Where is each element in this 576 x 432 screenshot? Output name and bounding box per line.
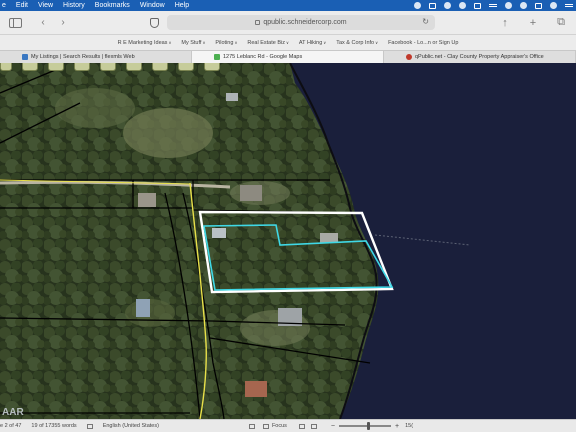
document-status-bar: e 2 of 47 19 of 17355 words English (Uni…	[0, 419, 576, 432]
map-tool-button[interactable]	[152, 63, 168, 71]
tab-bar: My Listings | Search Results | flexmls W…	[0, 50, 576, 63]
tab-flexmls[interactable]: My Listings | Search Results | flexmls W…	[0, 51, 192, 63]
aerial-parcel-map[interactable]: AAR	[0, 63, 576, 419]
reload-icon[interactable]: ↻	[422, 17, 429, 26]
wifi-icon[interactable]	[505, 2, 512, 9]
map-tool-button[interactable]	[22, 63, 38, 71]
notification-icon[interactable]	[565, 4, 573, 7]
zoom-level[interactable]: 15(	[405, 423, 413, 429]
zoom-slider-knob[interactable]	[367, 422, 371, 430]
zoom-in-icon[interactable]: +	[395, 423, 399, 430]
forward-icon[interactable]: ›	[56, 16, 70, 30]
dropbox-icon[interactable]	[414, 2, 421, 9]
bookmark-link[interactable]: Facebook - Lo...n or Sign Up	[388, 40, 458, 46]
menu-view[interactable]: View	[33, 2, 58, 9]
flexmls-favicon-icon	[22, 54, 28, 60]
bookmark-folder[interactable]: AT Hiking∨	[299, 40, 326, 46]
menu-edit[interactable]: Edit	[11, 2, 33, 9]
battery-icon[interactable]	[489, 4, 497, 7]
map-tool-button[interactable]	[126, 63, 142, 71]
browser-toolbar: ‹ › qpublic.schneidercorp.com ↻ ↑ + ⧉	[0, 11, 576, 35]
privacy-shield-icon[interactable]	[150, 17, 159, 28]
address-bar[interactable]: qpublic.schneidercorp.com ↻	[167, 15, 435, 30]
bookmark-folder[interactable]: Tax & Corp Info∨	[336, 40, 378, 46]
tab-label: qPublic.net - Clay County Property Appra…	[415, 54, 544, 60]
bookmarks-bar: R E Marketing Ideas∨ My Stuff∨ Piloting∨…	[0, 35, 576, 50]
tab-label: 1275 Leblanc Rd - Google Maps	[223, 54, 303, 60]
tab-overview-icon[interactable]: ⧉	[554, 16, 568, 30]
logo-watermark: AAR	[2, 407, 24, 418]
map-tool-button[interactable]	[48, 63, 64, 71]
user-icon[interactable]	[550, 2, 557, 9]
menu-help[interactable]: Help	[170, 2, 194, 9]
clearing	[123, 108, 213, 158]
menu-history[interactable]: History	[58, 2, 90, 9]
time-machine-icon[interactable]	[459, 2, 466, 9]
focus-label[interactable]: Focus	[272, 423, 287, 429]
clearing	[55, 88, 135, 128]
url-text: qpublic.schneidercorp.com	[263, 19, 347, 26]
language-indicator[interactable]: English (United States)	[103, 423, 159, 429]
google-maps-favicon-icon	[214, 54, 220, 60]
bookmark-folder[interactable]: My Stuff∨	[181, 40, 205, 46]
page-count[interactable]: e 2 of 47	[0, 423, 21, 429]
menu-status-icons	[406, 2, 576, 9]
map-tool-button[interactable]	[204, 63, 220, 71]
bookmark-folder[interactable]: Piloting∨	[215, 40, 237, 46]
web-layout-icon[interactable]	[310, 423, 317, 429]
map-tool-button[interactable]	[178, 63, 194, 71]
sidebar-toggle-icon[interactable]	[9, 17, 22, 28]
qpublic-favicon-icon	[406, 54, 412, 60]
house-roof	[136, 299, 150, 317]
house-roof	[226, 93, 238, 101]
menu-bar: e Edit View History Bookmarks Window Hel…	[0, 0, 576, 11]
menu-bookmarks[interactable]: Bookmarks	[90, 2, 135, 9]
new-tab-icon[interactable]: +	[526, 16, 540, 30]
bookmark-folder[interactable]: R E Marketing Ideas∨	[118, 40, 172, 46]
control-center-icon[interactable]	[535, 2, 542, 9]
proofing-icon[interactable]	[86, 423, 93, 429]
lock-icon	[255, 20, 261, 25]
print-layout-icon[interactable]	[298, 423, 305, 429]
map-tool-button[interactable]	[0, 63, 12, 71]
house-roof	[245, 381, 267, 397]
zoom-out-icon[interactable]: −	[331, 423, 335, 430]
map-toolbar	[0, 63, 220, 71]
menu-window[interactable]: Window	[135, 2, 170, 9]
house-roof	[240, 185, 262, 201]
house-roof	[212, 228, 226, 238]
bookmark-folder[interactable]: Real Estate Biz∨	[247, 40, 289, 46]
focus-icon[interactable]	[262, 423, 269, 429]
zoom-slider[interactable]	[339, 422, 392, 430]
menu-app[interactable]: e	[0, 2, 11, 9]
tab-label: My Listings | Search Results | flexmls W…	[31, 54, 135, 60]
map-tool-button[interactable]	[74, 63, 90, 71]
share-icon[interactable]: ↑	[498, 16, 512, 30]
search-icon[interactable]	[520, 2, 527, 9]
tab-google-maps[interactable]: 1275 Leblanc Rd - Google Maps	[192, 51, 384, 63]
tab-qpublic[interactable]: qPublic.net - Clay County Property Appra…	[384, 51, 576, 63]
word-count[interactable]: 19 of 17355 words	[31, 423, 76, 429]
focus-mode-icon[interactable]	[248, 423, 255, 429]
record-icon[interactable]	[444, 2, 451, 9]
screen-icon[interactable]	[429, 2, 436, 9]
map-tool-button[interactable]	[100, 63, 116, 71]
bluetooth-icon[interactable]	[474, 2, 481, 9]
house-roof	[138, 193, 156, 207]
map-canvas	[0, 63, 576, 419]
back-icon[interactable]: ‹	[36, 16, 50, 30]
house-roof	[320, 233, 338, 243]
